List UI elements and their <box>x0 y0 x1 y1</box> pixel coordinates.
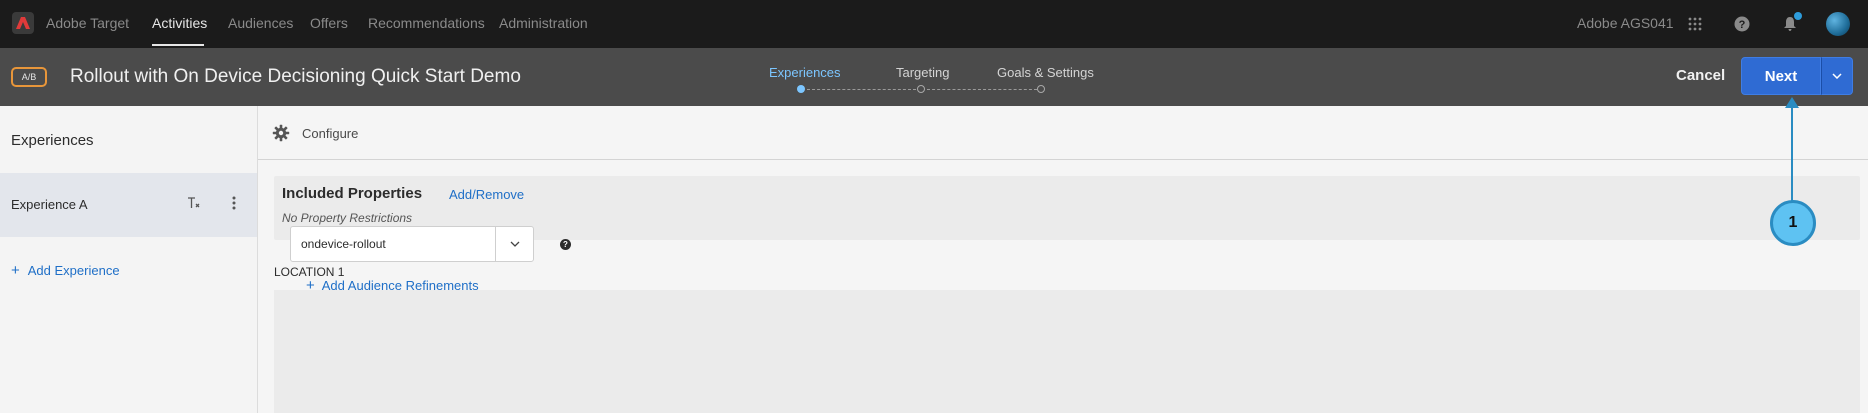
callout-line <box>1791 100 1793 204</box>
next-button[interactable]: Next <box>1741 57 1821 95</box>
gear-icon[interactable] <box>272 124 290 142</box>
apps-grid-icon[interactable] <box>1684 13 1706 35</box>
more-options-icon[interactable] <box>225 194 243 212</box>
experience-label[interactable]: Experience A <box>11 197 88 212</box>
svg-text:?: ? <box>1739 19 1746 31</box>
configure-bar: Configure <box>258 106 1868 160</box>
avatar[interactable] <box>1826 12 1850 36</box>
rename-text-icon[interactable] <box>185 194 203 212</box>
experiences-sidebar: Experiences Experience A + Add Experienc… <box>0 106 258 413</box>
included-properties-title: Included Properties <box>282 185 423 202</box>
step-experiences[interactable]: Experiences <box>769 65 841 80</box>
cancel-button[interactable]: Cancel <box>1676 67 1725 84</box>
app-name[interactable]: Adobe Target <box>46 15 129 31</box>
callout-marker: 1 <box>1770 200 1816 246</box>
add-remove-link[interactable]: Add/Remove <box>449 187 524 202</box>
location-select-value: ondevice-rollout <box>301 237 386 251</box>
add-experience-link[interactable]: + Add Experience <box>11 262 120 279</box>
adobe-logo-icon[interactable] <box>12 12 34 34</box>
step-goals-settings[interactable]: Goals & Settings <box>997 65 1094 80</box>
help-icon[interactable]: ? <box>560 239 571 250</box>
callout-arrow-icon <box>1785 97 1799 108</box>
step-dot-experiences <box>797 85 805 93</box>
add-audience-refinements-label[interactable]: Add Audience Refinements <box>322 278 479 293</box>
experience-item[interactable]: Experience A <box>0 173 257 237</box>
bell-icon[interactable] <box>1779 12 1802 35</box>
location-content: ondevice-rollout ? + Add Audience Refine… <box>274 226 1860 413</box>
nav-item-offers[interactable]: Offers <box>310 15 348 31</box>
add-audience-refinements-link[interactable]: + Add Audience Refinements <box>306 277 479 294</box>
next-options-button[interactable] <box>1821 57 1853 95</box>
sidebar-title: Experiences <box>11 132 94 149</box>
chevron-down-icon <box>510 241 519 247</box>
plus-icon: + <box>11 262 20 279</box>
top-nav: Adobe Target Activities Audiences Offers… <box>0 0 1868 48</box>
help-icon[interactable]: ? <box>1731 13 1753 35</box>
step-connector <box>927 89 1037 90</box>
activity-type-badge: A/B <box>11 67 47 87</box>
nav-item-audiences[interactable]: Audiences <box>228 15 293 31</box>
main-panel: Configure Included Properties Add/Remove… <box>258 106 1868 413</box>
no-property-restrictions-text: No Property Restrictions <box>282 211 413 225</box>
location-select-toggle[interactable] <box>495 227 533 261</box>
nav-item-administration[interactable]: Administration <box>499 15 588 31</box>
add-experience-label[interactable]: Add Experience <box>28 263 120 278</box>
nav-item-activities[interactable]: Activities <box>152 15 207 31</box>
nav-active-underline <box>152 44 204 46</box>
configure-label[interactable]: Configure <box>302 126 358 141</box>
notification-badge <box>1794 12 1802 20</box>
activity-title[interactable]: Rollout with On Device Decisioning Quick… <box>70 66 521 88</box>
step-connector <box>807 89 916 90</box>
chevron-down-icon <box>1832 73 1842 79</box>
nav-item-recommendations[interactable]: Recommendations <box>368 15 485 31</box>
activity-header: A/B Rollout with On Device Decisioning Q… <box>0 48 1868 106</box>
step-dot-targeting <box>917 85 925 93</box>
org-name[interactable]: Adobe AGS041 <box>1577 15 1674 31</box>
location-select[interactable]: ondevice-rollout <box>290 226 534 262</box>
plus-icon: + <box>306 277 315 294</box>
step-dot-goals-settings <box>1037 85 1045 93</box>
step-targeting[interactable]: Targeting <box>896 65 949 80</box>
